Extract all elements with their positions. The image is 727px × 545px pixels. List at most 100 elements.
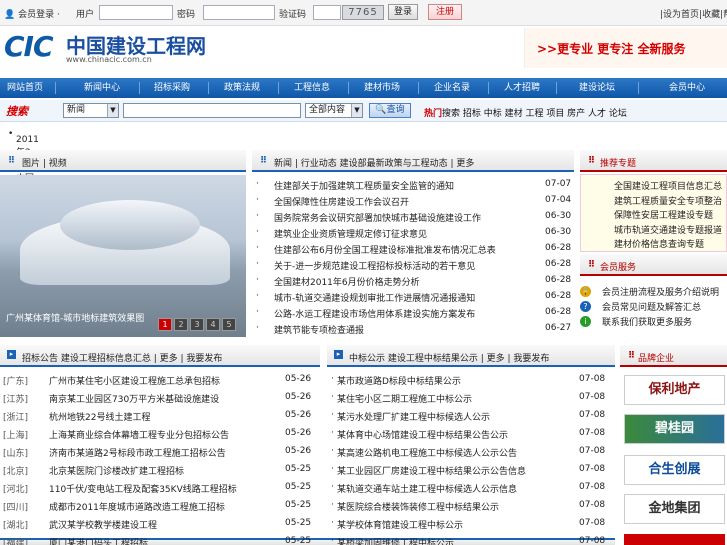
news-title[interactable]: 国务院常务会议研究部署加快城市基础设施建设工作	[274, 211, 481, 224]
news-row[interactable]: · 国务院常务会议研究部署加快城市基础设施建设工作 06-30	[256, 211, 574, 227]
win-title[interactable]: 某轨道交通车站土建工程中标候选人公示信息	[337, 482, 517, 495]
win-row[interactable]: · 某住宅小区二期工程施工中标公示 07-08	[331, 392, 614, 408]
news-title[interactable]: 全国保障性住房建设工作会议召开	[274, 195, 409, 208]
win-row[interactable]: · 某工业园区厂房建设工程中标结果公示公告信息 07-08	[331, 464, 614, 480]
bid-title[interactable]: 杭州地铁22号线土建工程	[49, 410, 150, 423]
bid-title[interactable]: 成都市2011年度城市道路改造工程施工招标	[49, 500, 225, 513]
bid-region[interactable]: [广东]	[3, 374, 28, 387]
partner-logo-partial[interactable]	[624, 534, 725, 545]
news-row[interactable]: · 建筑节能专项检查通报 06-27	[256, 323, 574, 339]
bid-row[interactable]: [浙江] 杭州地铁22号线土建工程 05-26	[3, 410, 318, 426]
bid-region[interactable]: [北京]	[3, 464, 28, 477]
register-button[interactable]: 注册	[428, 4, 462, 20]
username-input[interactable]	[99, 5, 173, 20]
bid-row[interactable]: [江苏] 南京某工业园区730万平方米基础设施建设 05-26	[3, 392, 318, 408]
bid-row[interactable]: [山东] 济南市某道路2号标段市政工程施工招标公告 05-26	[3, 446, 318, 462]
news-row[interactable]: · 建筑业企业资质管理规定修订征求意见 06-30	[256, 227, 574, 243]
win-row[interactable]: · 某医院综合楼装饰装修工程中标结果公示 07-08	[331, 500, 614, 516]
nav-item[interactable]: 建材市场	[352, 78, 412, 98]
win-title[interactable]: 某工业园区厂房建设工程中标结果公示公告信息	[337, 464, 526, 477]
win-row[interactable]: · 某体育中心场馆建设工程中标结果公告公示 07-08	[331, 428, 614, 444]
bid-panel-title[interactable]: 招标公告 建设工程招标信息汇总 | 更多 | 我要发布	[22, 351, 222, 364]
bid-title[interactable]: 广州市某住宅小区建设工程施工总承包招标	[49, 374, 220, 387]
bid-region[interactable]: [四川]	[3, 500, 28, 513]
bid-region[interactable]: [山东]	[3, 446, 28, 459]
notice-bar[interactable]: • 2011年2月起中国建设工程网全面改版升级公告	[0, 123, 727, 275]
bid-row[interactable]: [四川] 成都市2011年度城市道路改造工程施工招标 05-25	[3, 500, 318, 516]
news-row[interactable]: · 住建部关于加强建筑工程质量安全监管的通知 07-07	[256, 179, 574, 195]
service-item[interactable]: 联系我们获取更多服务	[602, 315, 726, 331]
win-title[interactable]: 某高速公路机电工程施工中标候选人公示公告	[337, 446, 517, 459]
bid-row[interactable]: [河北] 110千伏/变电站工程及配套35KV线路工程招标 05-25	[3, 482, 318, 498]
win-title[interactable]: 某体育中心场馆建设工程中标结果公告公示	[337, 428, 508, 441]
partner-logo[interactable]: 合生创展	[624, 455, 725, 485]
win-title[interactable]: 某污水处理厂扩建工程中标候选人公示	[337, 410, 490, 423]
win-title[interactable]: 某住宅小区二期工程施工中标公示	[337, 392, 472, 405]
bid-region[interactable]: [湖北]	[3, 518, 28, 531]
news-row[interactable]: · 全国保障性住房建设工作会议召开 07-04	[256, 195, 574, 211]
bid-row[interactable]: [湖北] 武汉某学校教学楼建设工程 05-25	[3, 518, 318, 534]
photo-page-3[interactable]: 3	[190, 318, 204, 331]
win-row[interactable]: · 某高速公路机电工程施工中标候选人公示公告 07-08	[331, 446, 614, 462]
news-title[interactable]: 全国建材2011年6月份价格走势分析	[274, 275, 420, 288]
news-title[interactable]: 住建部公布6月份全国工程建设标准批准发布情况汇总表	[274, 243, 496, 256]
nav-item-home[interactable]: 网站首页	[0, 78, 50, 98]
search-input[interactable]	[123, 103, 301, 118]
bid-row[interactable]: [福建] 厦门某港口码头工程招标 05-25	[3, 536, 318, 545]
site-logo[interactable]: CIC	[4, 30, 60, 64]
bid-title[interactable]: 济南市某道路2号标段市政工程施工招标公告	[49, 446, 226, 459]
search-button[interactable]: 🔍查询	[369, 103, 411, 118]
scope-select[interactable]: 全部内容 ▼	[305, 103, 363, 118]
news-row[interactable]: · 全国建材2011年6月份价格走势分析 06-28	[256, 275, 574, 291]
news-title[interactable]: 城市-轨道交通建设规划审批工作进展情况通报通知	[274, 291, 475, 304]
news-title[interactable]: 关于-进一步规范建设工程招标投标活动的若干意见	[274, 259, 475, 272]
bid-row[interactable]: [上海] 上海某商业综合体幕墙工程专业分包招标公告 05-26	[3, 428, 318, 444]
photo-page-4[interactable]: 4	[206, 318, 220, 331]
win-panel-title[interactable]: 中标公示 建设工程中标结果公示 | 更多 | 我要发布	[349, 351, 549, 364]
partner-logo[interactable]: 碧桂园	[624, 414, 725, 444]
bid-title[interactable]: 北京某医院门诊楼改扩建工程招标	[49, 464, 184, 477]
captcha-image[interactable]: 7765	[342, 5, 384, 20]
topic-item[interactable]: 建材价格信息查询专题	[614, 237, 726, 253]
bid-region[interactable]: [上海]	[3, 428, 28, 441]
news-title[interactable]: 公路-水运工程建设市场信用体系建设实施方案发布	[274, 307, 475, 320]
news-title[interactable]: 建筑节能专项检查通报	[274, 323, 364, 336]
login-button[interactable]: 登录	[388, 4, 418, 20]
news-row[interactable]: · 住建部公布6月份全国工程建设标准批准发布情况汇总表 06-28	[256, 243, 574, 259]
nav-item[interactable]: 工程信息	[282, 78, 342, 98]
featured-photo[interactable]: 广州某体育馆-城市地标建筑效果图 1 2 3 4 5	[0, 175, 246, 337]
win-title[interactable]: 某学校体育馆建设工程中标公示	[337, 518, 463, 531]
nav-item[interactable]: 招标采购	[142, 78, 202, 98]
nav-item[interactable]: 企业名录	[422, 78, 482, 98]
bid-region[interactable]: [江苏]	[3, 392, 28, 405]
win-row[interactable]: · 某学校体育馆建设工程中标公示 07-08	[331, 518, 614, 534]
bid-region[interactable]: [福建]	[3, 536, 28, 545]
captcha-input[interactable]	[313, 5, 341, 20]
nav-item[interactable]: 新闻中心	[72, 78, 132, 98]
news-row[interactable]: · 关于-进一步规范建设工程招标投标活动的若干意见 06-28	[256, 259, 574, 275]
bid-title[interactable]: 110千伏/变电站工程及配套35KV线路工程招标	[49, 482, 237, 495]
photo-caption[interactable]: 广州某体育馆-城市地标建筑效果图	[6, 311, 144, 324]
slogan-banner[interactable]: >>更专业 更专注 全新服务	[524, 28, 727, 68]
win-title[interactable]: 某市政道路D标段中标结果公示	[337, 374, 461, 387]
bid-title[interactable]: 武汉某学校教学楼建设工程	[49, 518, 157, 531]
win-title[interactable]: 某医院综合楼装饰装修工程中标结果公示	[337, 500, 499, 513]
photo-panel-title[interactable]: 图片 | 视频	[22, 156, 67, 169]
bid-title[interactable]: 上海某商业综合体幕墙工程专业分包招标公告	[49, 428, 229, 441]
nav-item[interactable]: 政策法规	[212, 78, 272, 98]
nav-item[interactable]: 建设论坛	[562, 78, 632, 98]
bid-region[interactable]: [浙江]	[3, 410, 28, 423]
news-row[interactable]: · 公路-水运工程建设市场信用体系建设实施方案发布 06-28	[256, 307, 574, 323]
win-row[interactable]: · 某轨道交通车站土建工程中标候选人公示信息 07-08	[331, 482, 614, 498]
top-right-links[interactable]: |设为首页|收藏|帮助	[660, 7, 727, 20]
partner-logo[interactable]: 金地集团	[624, 494, 725, 524]
win-row[interactable]: · 某桥梁加固维修工程中标公示 07-08	[331, 536, 614, 545]
news-panel-title[interactable]: 新闻 | 行业动态 建设部最新政策与工程动态 | 更多	[274, 156, 474, 169]
partner-logo[interactable]: 保利地产	[624, 375, 725, 405]
news-row[interactable]: · 城市-轨道交通建设规划审批工作进展情况通报通知 06-28	[256, 291, 574, 307]
hot-words[interactable]: 热门搜索 招标 中标 建材 工程 项目 房产 人才 论坛	[424, 106, 627, 119]
news-title[interactable]: 建筑业企业资质管理规定修订征求意见	[274, 227, 427, 240]
photo-page-2[interactable]: 2	[174, 318, 188, 331]
member-login-link[interactable]: 👤 会员登录 ·	[4, 7, 60, 20]
nav-item[interactable]: 人才招聘	[492, 78, 552, 98]
